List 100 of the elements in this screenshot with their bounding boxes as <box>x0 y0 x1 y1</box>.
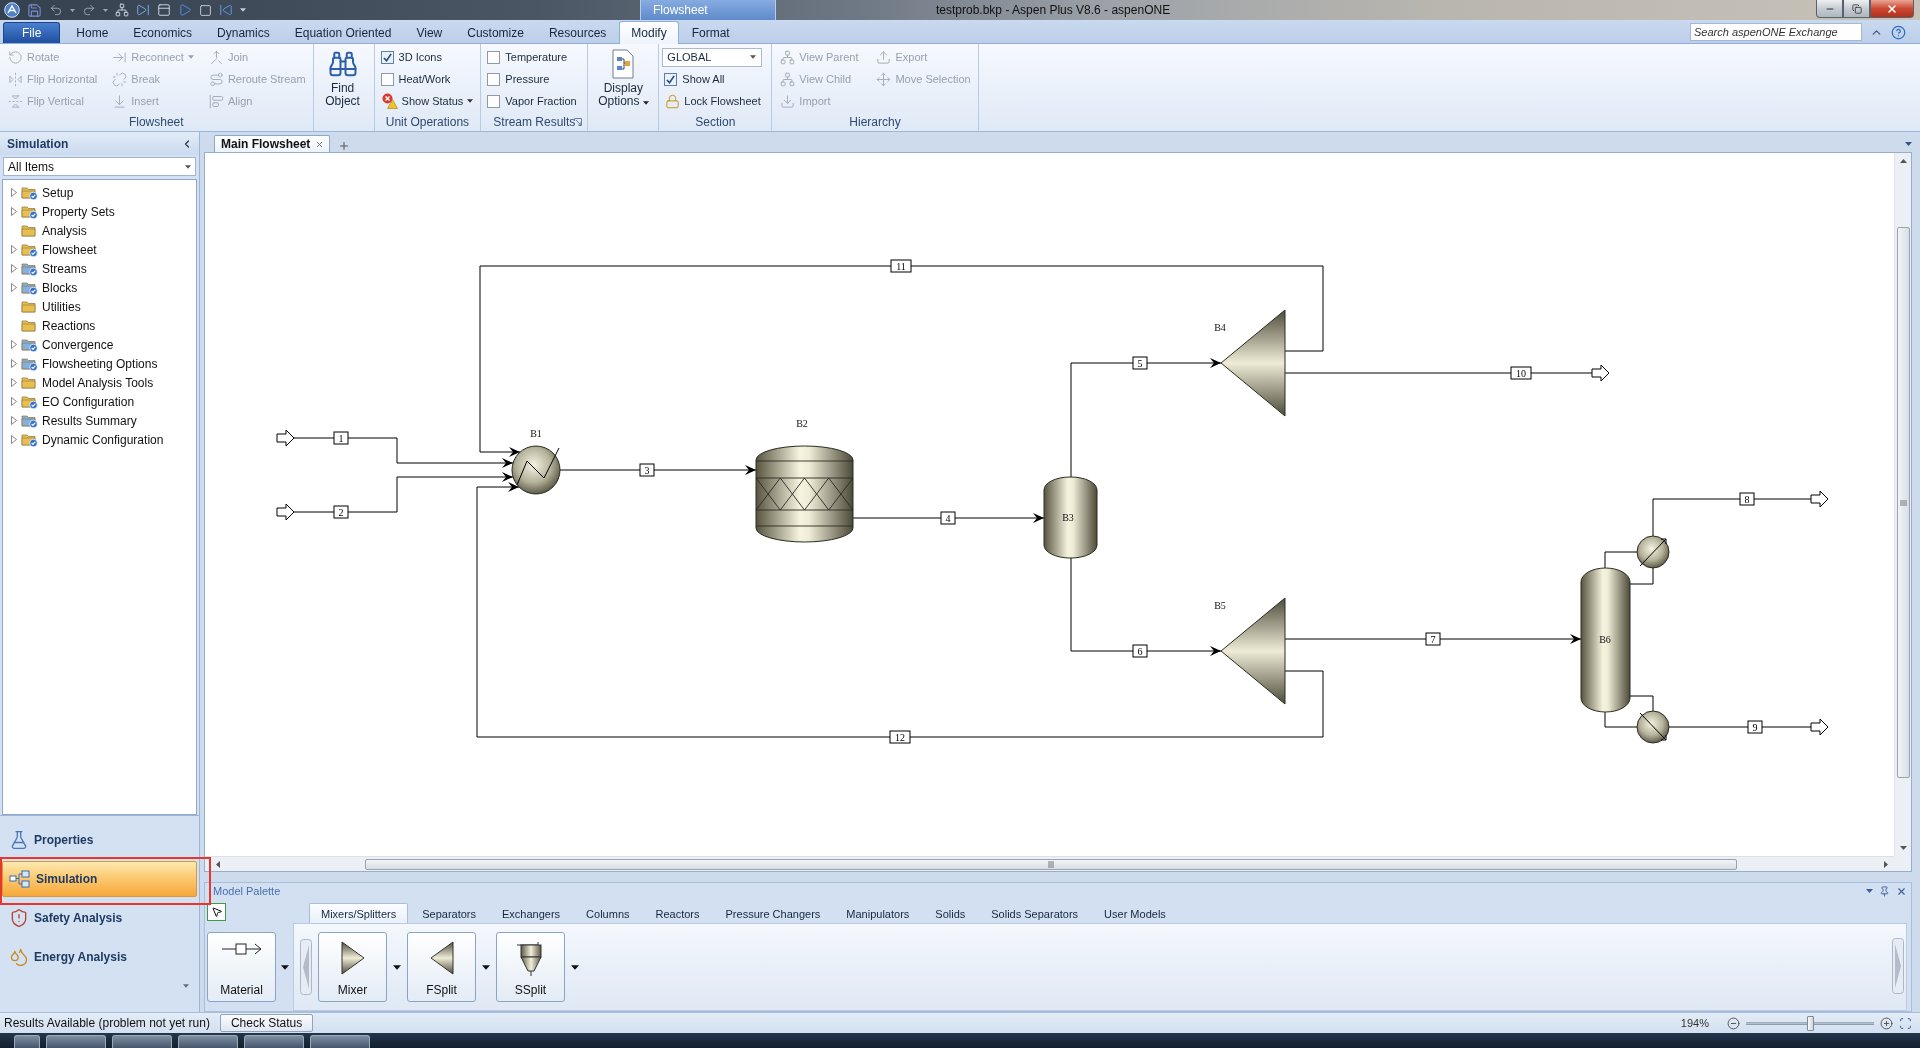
stop-icon[interactable] <box>199 3 212 17</box>
play-icon[interactable] <box>178 3 192 17</box>
window-icon[interactable] <box>157 3 171 17</box>
taskbar-app-icon[interactable] <box>112 1035 172 1048</box>
tree-item[interactable]: Blocks <box>42 280 78 295</box>
palette-tab[interactable]: Pressure Changers <box>713 903 833 923</box>
checkbox[interactable] <box>487 72 501 86</box>
fit-to-window-icon[interactable] <box>1899 1016 1912 1030</box>
ribbon-button[interactable]: Lock Flowsheet <box>662 91 764 111</box>
palette-item[interactable]: Mixer <box>318 932 387 1002</box>
zoom-out-icon[interactable] <box>1727 1016 1740 1030</box>
expand-arrow-icon[interactable] <box>11 283 17 292</box>
checkbox[interactable] <box>664 72 678 86</box>
checkbox-label[interactable]: Temperature <box>505 51 568 63</box>
dropdown-caret-icon[interactable] <box>482 964 490 970</box>
ribbon-tab[interactable]: Economics <box>121 22 205 43</box>
checkbox-label[interactable]: Show All <box>682 73 725 85</box>
reset-icon[interactable] <box>219 3 233 17</box>
expand-arrow-icon[interactable] <box>11 435 17 444</box>
file-menu-button[interactable]: File <box>3 22 61 43</box>
ribbon-tab[interactable]: Resources <box>536 22 619 43</box>
search-field[interactable]: Search aspenONE Exchange <box>1690 23 1862 41</box>
tree-item[interactable]: Dynamic Configuration <box>42 432 164 447</box>
expand-arrow-icon[interactable] <box>11 416 17 425</box>
ribbon-tab[interactable]: Modify <box>619 21 679 44</box>
ribbon-button[interactable]: Show Status <box>378 91 477 111</box>
app-logo-icon[interactable] <box>4 2 20 18</box>
palette-item[interactable]: FSplit <box>407 932 476 1002</box>
palette-item[interactable]: Material <box>207 932 276 1002</box>
document-tab[interactable]: Main Flowsheet <box>214 135 331 152</box>
tree-item[interactable]: Reactions <box>42 318 96 333</box>
expand-arrow-icon[interactable] <box>11 207 17 216</box>
expand-arrow-icon[interactable] <box>11 264 17 273</box>
tree-item[interactable]: Setup <box>42 185 74 200</box>
ribbon-large-button[interactable]: Display Options <box>592 46 655 112</box>
undo-icon[interactable] <box>49 3 63 17</box>
tree-item[interactable]: Convergence <box>42 337 114 352</box>
tree-item[interactable]: EO Configuration <box>42 394 135 409</box>
ribbon-tab[interactable]: Equation Oriented <box>282 22 404 43</box>
tree-item[interactable]: Flowsheeting Options <box>42 356 158 371</box>
scroll-up-icon[interactable] <box>1899 159 1907 163</box>
checkbox-label[interactable]: Heat/Work <box>398 73 451 85</box>
palette-tab[interactable]: Solids Separators <box>979 903 1091 923</box>
ribbon-large-button[interactable]: Find Object <box>315 46 370 112</box>
checkbox[interactable] <box>487 94 501 108</box>
tree-item[interactable]: Results Summary <box>42 413 137 428</box>
ribbon-tab[interactable]: Format <box>679 22 742 43</box>
checkbox-label[interactable]: Vapor Fraction <box>505 95 577 107</box>
dropdown-caret-icon[interactable] <box>281 964 289 970</box>
expand-arrow-icon[interactable] <box>11 340 17 349</box>
scroll-right-icon[interactable] <box>1884 860 1888 868</box>
palette-tab[interactable]: Exchangers <box>490 903 573 923</box>
pin-icon[interactable] <box>1879 885 1890 897</box>
palette-tab[interactable]: Solids <box>923 903 978 923</box>
module-button[interactable]: Safety Analysis <box>2 900 197 936</box>
tree-item[interactable]: Model Analysis Tools <box>42 375 154 390</box>
dropdown-caret-icon[interactable] <box>571 964 579 970</box>
palette-tab[interactable]: Mixers/Splitters <box>309 903 409 923</box>
filter-dropdown[interactable]: All Items <box>3 157 196 176</box>
checkbox[interactable] <box>487 50 501 64</box>
taskbar-app-icon[interactable] <box>46 1035 106 1048</box>
redo-icon[interactable] <box>82 3 96 17</box>
checkbox-label[interactable]: 3D Icons <box>398 51 442 63</box>
taskbar-app-icon[interactable] <box>244 1035 304 1048</box>
expand-arrow-icon[interactable] <box>11 378 17 387</box>
pointer-tool-button[interactable] <box>207 903 226 921</box>
minimize-button[interactable] <box>1816 0 1843 18</box>
expand-arrow-icon[interactable] <box>11 359 17 368</box>
ribbon-tab[interactable]: Home <box>64 22 121 43</box>
palette-tab[interactable]: Manipulators <box>834 903 922 923</box>
network-icon[interactable] <box>115 3 129 17</box>
close-icon[interactable] <box>1896 885 1907 897</box>
module-button[interactable]: Simulation <box>2 861 197 897</box>
maximize-button[interactable] <box>1843 0 1870 18</box>
palette-tab[interactable]: Reactors <box>643 903 712 923</box>
scrollbar-thumb[interactable] <box>1896 227 1910 778</box>
section-dropdown[interactable]: GLOBAL <box>662 47 763 67</box>
taskbar-app-icon[interactable] <box>310 1035 370 1048</box>
checkbox-label[interactable]: Pressure <box>505 73 550 85</box>
palette-tab[interactable]: Separators <box>410 903 488 923</box>
tree-item[interactable]: Utilities <box>42 299 81 314</box>
ribbon-tab[interactable]: View <box>404 22 455 43</box>
dialog-launcher-icon[interactable] <box>574 118 583 126</box>
module-button[interactable]: Properties <box>2 822 197 858</box>
vertical-scrollbar[interactable] <box>1894 153 1911 856</box>
scrollbar-thumb[interactable] <box>365 858 1737 870</box>
step-forward-icon[interactable] <box>136 3 150 17</box>
scroll-down-icon[interactable] <box>1899 846 1907 850</box>
scroll-left-icon[interactable] <box>216 860 220 868</box>
help-icon[interactable] <box>1891 24 1906 40</box>
dropdown-caret-icon[interactable] <box>393 964 401 970</box>
horizontal-scrollbar[interactable] <box>205 856 1894 871</box>
check-status-button[interactable]: Check Status <box>219 1014 314 1032</box>
tree-item[interactable]: Flowsheet <box>42 242 97 257</box>
palette-tab[interactable]: User Models <box>1092 903 1178 923</box>
tree-item[interactable]: Property Sets <box>42 204 115 219</box>
tree-item[interactable]: Streams <box>42 261 87 276</box>
zoom-in-icon[interactable] <box>1880 1016 1893 1030</box>
palette-item[interactable]: SSplit <box>496 932 565 1002</box>
save-icon[interactable] <box>27 2 42 18</box>
